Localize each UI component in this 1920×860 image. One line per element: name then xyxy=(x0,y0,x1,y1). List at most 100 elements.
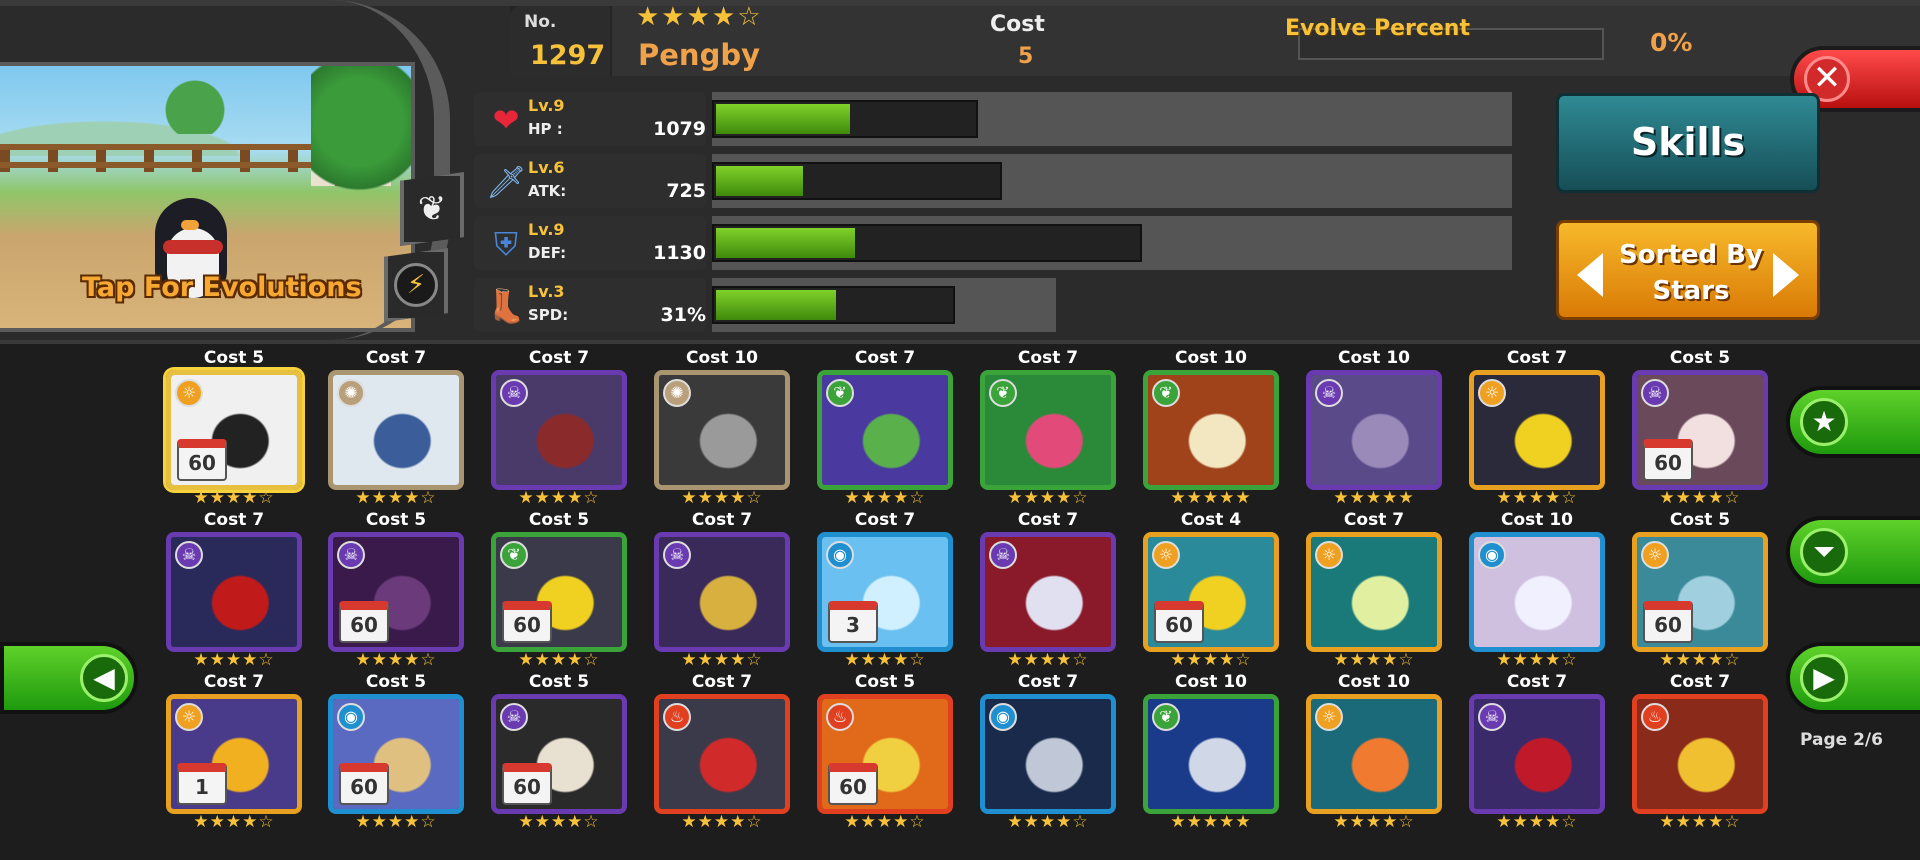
card-stars: ★★★★☆ xyxy=(1659,650,1741,670)
sort-button[interactable]: Sorted By Stars xyxy=(1556,220,1820,320)
star-icon: ★ xyxy=(1800,398,1848,446)
dark-element-icon: ☠ xyxy=(500,703,528,731)
card-portrait: ☼ xyxy=(1306,532,1442,652)
prev-page-button[interactable]: ◀ xyxy=(0,642,138,714)
nature-element-icon: ❦ xyxy=(1152,379,1180,407)
card-portrait: ☼ 60 xyxy=(1632,532,1768,652)
card-stars: ★★★★☆ xyxy=(1496,650,1578,670)
card-cost: Cost 7 xyxy=(691,672,753,692)
monster-card[interactable]: Cost 5 ♨ 60 ★★★★☆ xyxy=(815,672,955,832)
card-cost: Cost 10 xyxy=(1175,672,1247,692)
card-portrait: ☼ xyxy=(1469,370,1605,490)
monster-card[interactable]: Cost 7 ☠ ★★★★☆ xyxy=(164,510,304,670)
monster-card[interactable]: Cost 7 ☼ ★★★★☆ xyxy=(1304,510,1444,670)
monster-card[interactable]: Cost 5 ◉ 60 ★★★★☆ xyxy=(326,672,466,832)
sort-label: Sorted By Stars xyxy=(1609,237,1773,309)
next-page-button[interactable]: ▶ xyxy=(1786,642,1920,714)
dark-element-icon: ☠ xyxy=(1315,379,1343,407)
card-cost: Cost 5 xyxy=(1669,348,1731,368)
sort-prev-icon[interactable] xyxy=(1577,253,1603,297)
calendar-badge: 1 xyxy=(177,763,227,805)
dark-element-icon: ☠ xyxy=(500,379,528,407)
monster-card[interactable]: Cost 7 ❦ ★★★★☆ xyxy=(815,348,955,508)
card-cost: Cost 7 xyxy=(203,672,265,692)
card-cost: Cost 7 xyxy=(528,348,590,368)
shield-icon: ⛨ xyxy=(493,225,518,263)
monster-card[interactable]: Cost 7 ☠ ★★★★☆ xyxy=(978,510,1118,670)
card-cost: Cost 5 xyxy=(365,510,427,530)
tap-for-evolutions-label[interactable]: Tap For Evolutions xyxy=(82,272,362,303)
card-cost: Cost 7 xyxy=(1343,510,1405,530)
monster-card[interactable]: Cost 5 ☼ 60 ★★★★☆ xyxy=(164,348,304,508)
card-portrait: ◉ xyxy=(1469,532,1605,652)
card-stars: ★★★★☆ xyxy=(681,488,763,508)
card-portrait: ☠ xyxy=(1469,694,1605,814)
sort-next-icon[interactable] xyxy=(1773,253,1799,297)
monster-card[interactable]: Cost 7 ☼ 1 ★★★★☆ xyxy=(164,672,304,832)
monster-card[interactable]: Cost 7 ♨ ★★★★☆ xyxy=(1630,672,1770,832)
power-button[interactable]: ⚡ xyxy=(384,248,448,322)
stat-name: HP : xyxy=(528,120,563,138)
card-cost: Cost 5 xyxy=(365,672,427,692)
monster-card[interactable]: Cost 5 ☠ 60 ★★★★☆ xyxy=(326,510,466,670)
light-element-icon: ☼ xyxy=(175,703,203,731)
water-element-icon: ◉ xyxy=(337,703,365,731)
fire-element-icon: ♨ xyxy=(1641,703,1669,731)
monster-card[interactable]: Cost 7 ❦ ★★★★☆ xyxy=(978,348,1118,508)
stat-fill xyxy=(716,166,804,196)
monster-card[interactable]: Cost 5 ☠ 60 ★★★★☆ xyxy=(489,672,629,832)
wings-button[interactable]: ❦ xyxy=(400,172,464,246)
card-stars: ★★★★☆ xyxy=(1496,488,1578,508)
monster-card[interactable]: Cost 7 ☠ ★★★★☆ xyxy=(1467,672,1607,832)
card-stars: ★★★★☆ xyxy=(518,812,600,832)
name-box xyxy=(612,6,1920,76)
monster-card[interactable]: Cost 7 ♨ ★★★★☆ xyxy=(652,672,792,832)
stat-name: ATK: xyxy=(528,182,567,200)
calendar-badge: 60 xyxy=(339,763,389,805)
card-stars: ★★★★☆ xyxy=(844,650,926,670)
lightning-icon: ⚡ xyxy=(394,263,438,307)
card-cost: Cost 10 xyxy=(1175,348,1247,368)
monster-card[interactable]: Cost 5 ❦ 60 ★★★★☆ xyxy=(489,510,629,670)
card-cost: Cost 7 xyxy=(1017,348,1079,368)
filter-button[interactable]: ⏷ xyxy=(1786,516,1920,588)
monster-card[interactable]: Cost 5 ☼ 60 ★★★★☆ xyxy=(1630,510,1770,670)
stat-level: Lv.3 xyxy=(528,282,565,301)
monster-card[interactable]: Cost 10 ☠ ★★★★★ xyxy=(1304,348,1444,508)
sort-label-line1: Sorted By xyxy=(1619,240,1763,270)
stat-value: 31% xyxy=(660,304,706,326)
water-element-icon: ◉ xyxy=(826,541,854,569)
monster-card[interactable]: Cost 10 ❦ ★★★★★ xyxy=(1141,672,1281,832)
monster-card[interactable]: Cost 7 ☼ ★★★★☆ xyxy=(1467,348,1607,508)
favorite-button[interactable]: ★ xyxy=(1786,386,1920,458)
dark-element-icon: ☠ xyxy=(663,541,691,569)
card-portrait: ☠ 60 xyxy=(1632,370,1768,490)
monster-card[interactable]: Cost 7 ☠ ★★★★☆ xyxy=(652,510,792,670)
monster-card[interactable]: Cost 10 ☼ ★★★★☆ xyxy=(1304,672,1444,832)
monster-card[interactable]: Cost 7 ✺ ★★★★☆ xyxy=(326,348,466,508)
monster-card[interactable]: Cost 10 ❦ ★★★★★ xyxy=(1141,348,1281,508)
stat-value: 725 xyxy=(666,180,706,202)
water-element-icon: ◉ xyxy=(989,703,1017,731)
monster-card[interactable]: Cost 7 ◉ ★★★★☆ xyxy=(978,672,1118,832)
monster-card[interactable]: Cost 10 ✺ ★★★★☆ xyxy=(652,348,792,508)
monster-card[interactable]: Cost 4 ☼ 60 ★★★★☆ xyxy=(1141,510,1281,670)
monster-card[interactable]: Cost 7 ☠ ★★★★☆ xyxy=(489,348,629,508)
card-cost: Cost 4 xyxy=(1180,510,1242,530)
page-indicator: Page 2/6 xyxy=(1800,730,1883,750)
card-portrait: ◉ xyxy=(980,694,1116,814)
sort-label-line2: Stars xyxy=(1652,276,1730,306)
card-cost: Cost 5 xyxy=(854,672,916,692)
skills-button[interactable]: Skills xyxy=(1556,93,1820,193)
boot-icon: 👢 xyxy=(486,287,526,325)
dark-element-icon: ☠ xyxy=(1641,379,1669,407)
card-portrait: ☠ xyxy=(654,532,790,652)
monster-card[interactable]: Cost 5 ☠ 60 ★★★★☆ xyxy=(1630,348,1770,508)
nature-element-icon: ❦ xyxy=(826,379,854,407)
monster-card[interactable]: Cost 7 ◉ 3 ★★★★☆ xyxy=(815,510,955,670)
card-stars: ★★★★☆ xyxy=(355,488,437,508)
cost-label: Cost xyxy=(990,12,1045,37)
card-stars: ★★★★☆ xyxy=(844,488,926,508)
card-portrait: ☠ xyxy=(491,370,627,490)
monster-card[interactable]: Cost 10 ◉ ★★★★☆ xyxy=(1467,510,1607,670)
